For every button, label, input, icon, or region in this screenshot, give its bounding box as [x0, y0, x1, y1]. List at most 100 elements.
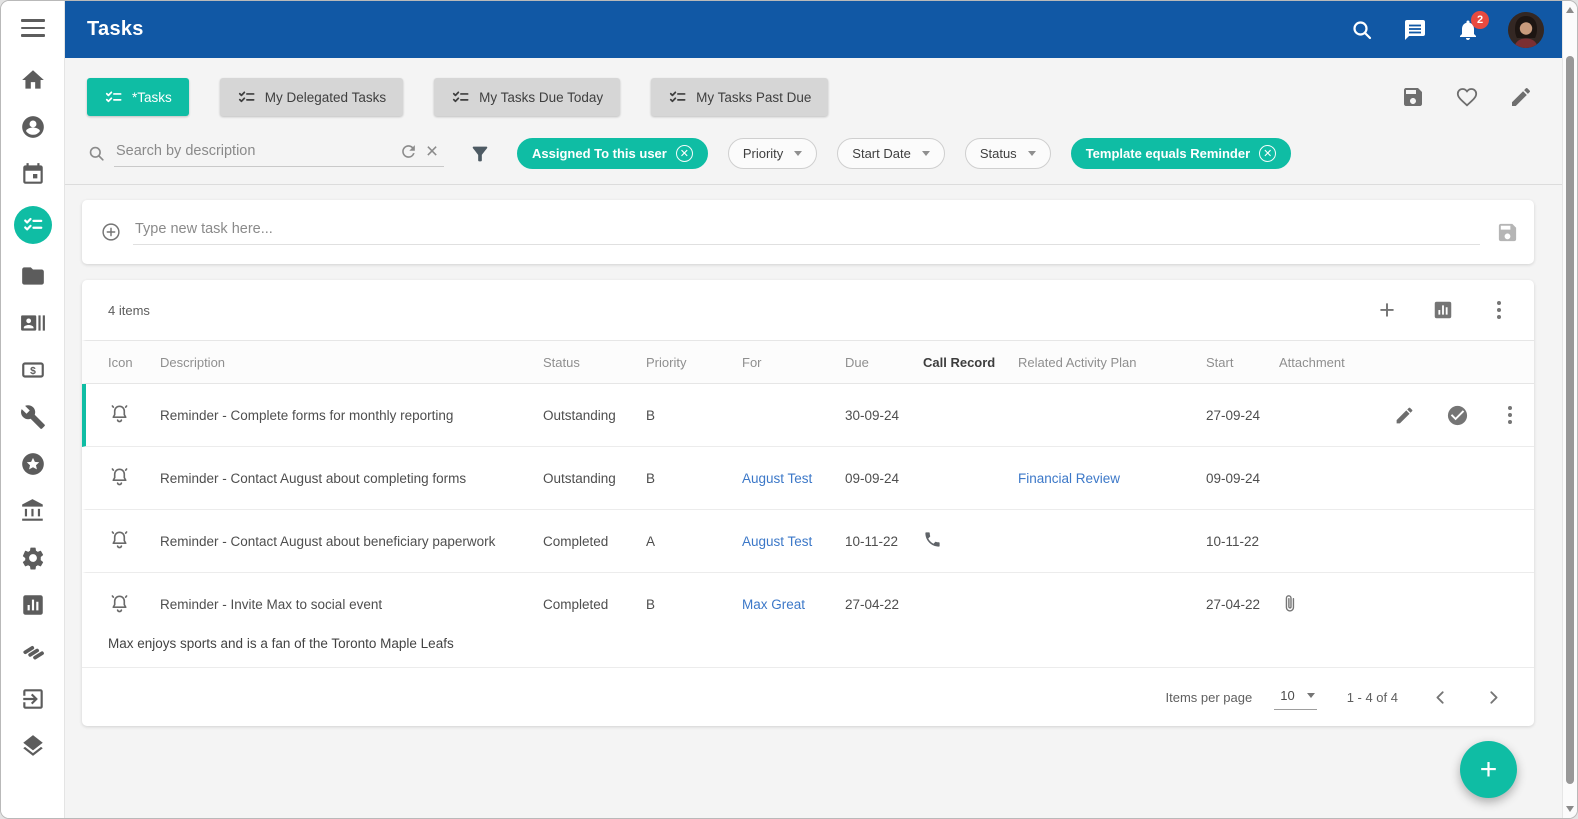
edit-task-button[interactable] — [1392, 403, 1416, 427]
task-priority: B — [646, 471, 742, 486]
task-status: Completed — [543, 597, 646, 612]
task-for-link[interactable]: August Test — [742, 471, 845, 486]
page-content: *Tasks My Delegated Tasks My Tasks Due T… — [65, 58, 1562, 726]
save-view-button[interactable] — [1400, 84, 1426, 110]
save-task-button[interactable] — [1494, 219, 1520, 245]
edit-view-button[interactable] — [1508, 84, 1534, 110]
view-tabs-row: *Tasks My Delegated Tasks My Tasks Due T… — [87, 78, 1534, 116]
row-menu-button[interactable] — [1498, 403, 1522, 427]
paperclip-icon[interactable] — [1279, 593, 1300, 614]
task-start-date: 27-09-24 — [1206, 408, 1279, 423]
kebab-icon — [1497, 301, 1501, 319]
chat-icon — [1403, 18, 1427, 42]
sidebar-item-tasks[interactable] — [14, 206, 52, 244]
tab-label: My Tasks Due Today — [479, 90, 603, 105]
add-circle-icon — [100, 221, 122, 243]
filter-funnel-button[interactable] — [468, 143, 492, 165]
tasks-table-card: 4 items + Icon Description Status Priori… — [82, 280, 1534, 726]
chip-label: Status — [980, 146, 1017, 161]
table-row[interactable]: Reminder - Invite Max to social event Co… — [82, 573, 1534, 636]
task-for-link[interactable]: August Test — [742, 534, 845, 549]
task-note: Max enjoys sports and is a fan of the To… — [82, 636, 1534, 667]
pagination-bar: Items per page 10 1 - 4 of 4 — [82, 668, 1534, 726]
column-header-for: For — [742, 355, 845, 370]
chip-label: Template equals Reminder — [1086, 146, 1250, 161]
add-task-button[interactable]: + — [1374, 297, 1400, 323]
avatar[interactable] — [1508, 12, 1544, 48]
previous-page-button[interactable] — [1430, 687, 1451, 708]
sidebar-item-account[interactable] — [14, 112, 52, 142]
column-header-attachment: Attachment — [1279, 355, 1392, 370]
sidebar-item-home[interactable] — [14, 65, 52, 95]
search-icon — [87, 144, 106, 163]
items-per-page-label: Items per page — [1166, 690, 1253, 705]
filter-chip-status[interactable]: Status — [965, 138, 1051, 169]
tab-my-delegated-tasks[interactable]: My Delegated Tasks — [220, 78, 403, 116]
column-chart-button[interactable] — [1430, 297, 1456, 323]
avatar-photo — [1508, 12, 1544, 48]
sidebar-item-address-book[interactable] — [14, 308, 52, 338]
next-page-button[interactable] — [1483, 687, 1504, 708]
filter-chip-template-equals-reminder[interactable]: Template equals Reminder ✕ — [1071, 138, 1291, 169]
favorite-button[interactable] — [1454, 84, 1480, 110]
task-due-date: 27-04-22 — [845, 597, 923, 612]
task-description: Reminder - Contact August about benefici… — [160, 534, 543, 549]
insert-chart-icon — [1432, 299, 1454, 321]
sidebar-item-company[interactable] — [14, 496, 52, 526]
scroll-up-arrow[interactable] — [1566, 7, 1574, 13]
gear-icon — [20, 545, 46, 571]
filter-chip-priority[interactable]: Priority — [728, 138, 817, 169]
table-row[interactable]: Reminder - Complete forms for monthly re… — [82, 384, 1534, 447]
sidebar-item-layers[interactable] — [14, 731, 52, 761]
task-description: Reminder - Complete forms for monthly re… — [160, 408, 543, 423]
column-header-call-record: Call Record — [923, 355, 1018, 370]
task-description: Reminder - Invite Max to social event — [160, 597, 543, 612]
sidebar-item-favorites[interactable] — [14, 449, 52, 479]
filter-chip-start-date[interactable]: Start Date — [837, 138, 945, 169]
tasks-checklist-icon — [22, 214, 44, 236]
sidebar-item-opportunities[interactable]: $ — [14, 355, 52, 385]
vertical-scrollbar[interactable] — [1562, 1, 1577, 818]
plus-icon: + — [1379, 297, 1395, 324]
column-header-due: Due — [845, 355, 923, 370]
menu-icon[interactable] — [21, 19, 45, 37]
phone-icon[interactable] — [923, 530, 942, 549]
scroll-down-arrow[interactable] — [1566, 806, 1574, 812]
sidebar-item-tools[interactable] — [14, 402, 52, 432]
new-task-input[interactable] — [133, 220, 1480, 238]
global-search-button[interactable] — [1349, 17, 1375, 43]
chip-close-icon[interactable]: ✕ — [676, 145, 693, 162]
refresh-button[interactable] — [396, 140, 420, 162]
tab-label: My Tasks Past Due — [696, 90, 811, 105]
chip-close-icon[interactable]: ✕ — [1259, 145, 1276, 162]
items-count: 4 items — [108, 303, 150, 318]
tab-my-tasks-past-due[interactable]: My Tasks Past Due — [651, 78, 828, 116]
notifications-button[interactable]: 2 — [1455, 17, 1481, 43]
star-circle-icon — [20, 451, 46, 477]
filter-chip-assigned-to-this-user[interactable]: Assigned To this user ✕ — [517, 138, 708, 169]
sidebar-item-calendar[interactable] — [14, 159, 52, 189]
table-row[interactable]: Reminder - Contact August about benefici… — [82, 510, 1534, 573]
scrollbar-thumb[interactable] — [1566, 56, 1574, 784]
table-row[interactable]: Reminder - Contact August about completi… — [82, 447, 1534, 510]
sidebar-item-reports[interactable] — [14, 590, 52, 620]
task-for-link[interactable]: Max Great — [742, 597, 845, 612]
tab-tasks[interactable]: *Tasks — [87, 78, 189, 116]
sidebar-item-settings[interactable] — [14, 543, 52, 573]
task-start-date: 09-09-24 — [1206, 471, 1279, 486]
table-menu-button[interactable] — [1486, 297, 1512, 323]
items-per-page-select[interactable]: 10 — [1274, 685, 1316, 710]
create-task-fab[interactable]: + — [1460, 741, 1517, 798]
person-icon — [20, 114, 46, 140]
clear-search-button[interactable]: × — [420, 140, 444, 162]
sidebar-item-partners[interactable] — [14, 637, 52, 667]
complete-task-button[interactable] — [1445, 403, 1469, 427]
search-input[interactable] — [114, 142, 396, 160]
tab-my-tasks-due-today[interactable]: My Tasks Due Today — [434, 78, 620, 116]
address-book-icon — [20, 310, 46, 336]
chat-button[interactable] — [1402, 17, 1428, 43]
check-circle-icon — [1446, 404, 1469, 427]
related-activity-plan-link[interactable]: Financial Review — [1018, 471, 1206, 486]
sidebar-item-files[interactable] — [14, 261, 52, 291]
sidebar-item-exit[interactable] — [14, 684, 52, 714]
